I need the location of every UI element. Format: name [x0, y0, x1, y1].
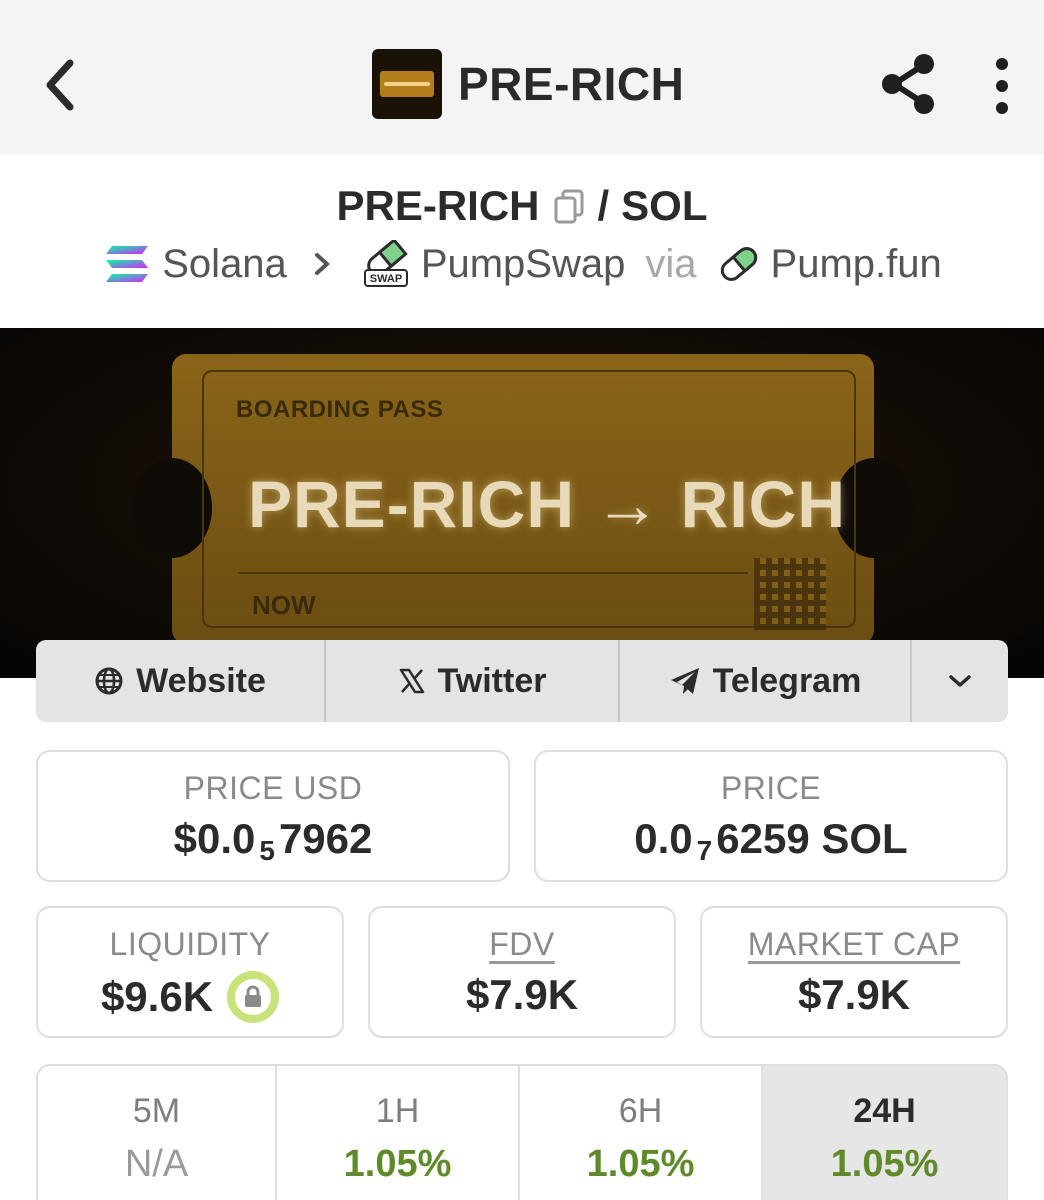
- title-group: PRE-RICH: [372, 48, 684, 120]
- market-cap-label[interactable]: MARKET CAP: [702, 926, 1006, 963]
- market-cap-value: $7.9K: [797, 971, 911, 1018]
- token-logo: [372, 49, 442, 119]
- banner-headline: PRE-RICH → RICH: [248, 467, 847, 541]
- top-app-bar: PRE-RICH: [0, 0, 1044, 154]
- pair-title: PRE-RICH / SOL: [0, 182, 1044, 230]
- price-usd-value: $0.0 5 7962: [173, 815, 373, 866]
- liquidity-label: LIQUIDITY: [109, 926, 271, 962]
- website-button[interactable]: Website: [36, 640, 326, 722]
- tab-1h-value: 1.05%: [343, 1143, 452, 1185]
- share-button[interactable]: [876, 52, 940, 116]
- price-usd-card: PRICE USD $0.0 5 7962: [36, 750, 510, 882]
- chevron-right-icon: [314, 253, 330, 275]
- fdv-card[interactable]: FDV $7.9K: [368, 906, 676, 1038]
- pair-quote: SOL: [621, 182, 708, 229]
- pumpfun-icon: [720, 247, 757, 281]
- fdv-label[interactable]: FDV: [370, 926, 674, 963]
- pair-base: PRE-RICH: [336, 182, 540, 229]
- fdv-value: $7.9K: [465, 971, 579, 1018]
- twitter-label: Twitter: [437, 661, 547, 700]
- price-sol-card: PRICE 0.0 7 6259 SOL: [534, 750, 1008, 882]
- pumpswap-icon: SWAP: [363, 240, 408, 287]
- price-sol-label: PRICE: [720, 770, 822, 806]
- x-logo-icon: [399, 668, 424, 694]
- tab-5m-label: 5M: [132, 1092, 181, 1130]
- tab-5m-value: N/A: [124, 1143, 189, 1185]
- tab-6h-label: 6H: [618, 1092, 663, 1130]
- lock-icon[interactable]: [227, 971, 280, 1023]
- telegram-label: Telegram: [712, 661, 862, 700]
- liquidity-value-row: $9.6K: [38, 971, 342, 1023]
- launchpad-name[interactable]: Pump.fun: [771, 242, 942, 287]
- telegram-icon: [670, 668, 699, 694]
- tab-5m[interactable]: 5M N/A: [38, 1066, 278, 1200]
- globe-icon: [95, 667, 123, 695]
- tab-6h-value: 1.05%: [586, 1143, 695, 1185]
- price-sol-value: 0.0 7 6259 SOL: [634, 815, 908, 866]
- page-title: PRE-RICH: [458, 58, 685, 110]
- chevron-left-icon: [46, 59, 74, 111]
- tab-6h[interactable]: 6H 1.05%: [520, 1066, 764, 1200]
- social-links-bar: Website Twitter Telegram: [36, 640, 1008, 722]
- liquidity-card: LIQUIDITY $9.6K: [36, 906, 344, 1038]
- banner-label: BOARDING PASS: [236, 396, 444, 423]
- tab-1h[interactable]: 1H 1.05%: [277, 1066, 521, 1200]
- tab-1h-label: 1H: [375, 1092, 420, 1130]
- tab-24h[interactable]: 24H 1.05%: [763, 1066, 1006, 1200]
- chevron-down-icon: [949, 675, 971, 687]
- token-banner: BOARDING PASS PRE-RICH → RICH NOW: [0, 328, 1044, 678]
- copy-icon[interactable]: [552, 187, 586, 225]
- website-label: Website: [136, 661, 266, 700]
- chain-name[interactable]: Solana: [162, 242, 287, 287]
- more-options-button[interactable]: [982, 56, 1022, 116]
- back-button[interactable]: [30, 50, 90, 120]
- dex-name[interactable]: PumpSwap: [421, 242, 626, 287]
- svg-text:SWAP: SWAP: [370, 273, 402, 285]
- market-cap-card[interactable]: MARKET CAP $7.9K: [700, 906, 1008, 1038]
- timeframe-tabs: 5M N/A 1H 1.05% 6H 1.05% 24H 1.05%: [36, 1064, 1008, 1200]
- tab-24h-label: 24H: [853, 1092, 916, 1130]
- telegram-button[interactable]: Telegram: [620, 640, 912, 722]
- price-usd-label: PRICE USD: [183, 770, 363, 806]
- more-links-button[interactable]: [912, 640, 1008, 722]
- more-vertical-icon: [996, 58, 1008, 114]
- via-label: via: [645, 241, 697, 286]
- boarding-pass-image: BOARDING PASS PRE-RICH → RICH NOW: [132, 354, 914, 644]
- pair-separator: /: [597, 182, 610, 229]
- route-breadcrumb: Solana SWAP PumpSwap via Pump.fun: [0, 240, 1044, 288]
- twitter-button[interactable]: Twitter: [326, 640, 620, 722]
- liquidity-value: $9.6K: [100, 973, 214, 1020]
- solana-icon: [106, 246, 149, 282]
- qr-code-icon: [754, 558, 826, 630]
- tab-24h-value: 1.05%: [830, 1143, 939, 1185]
- banner-subtext: NOW: [252, 590, 316, 620]
- share-icon: [882, 54, 934, 114]
